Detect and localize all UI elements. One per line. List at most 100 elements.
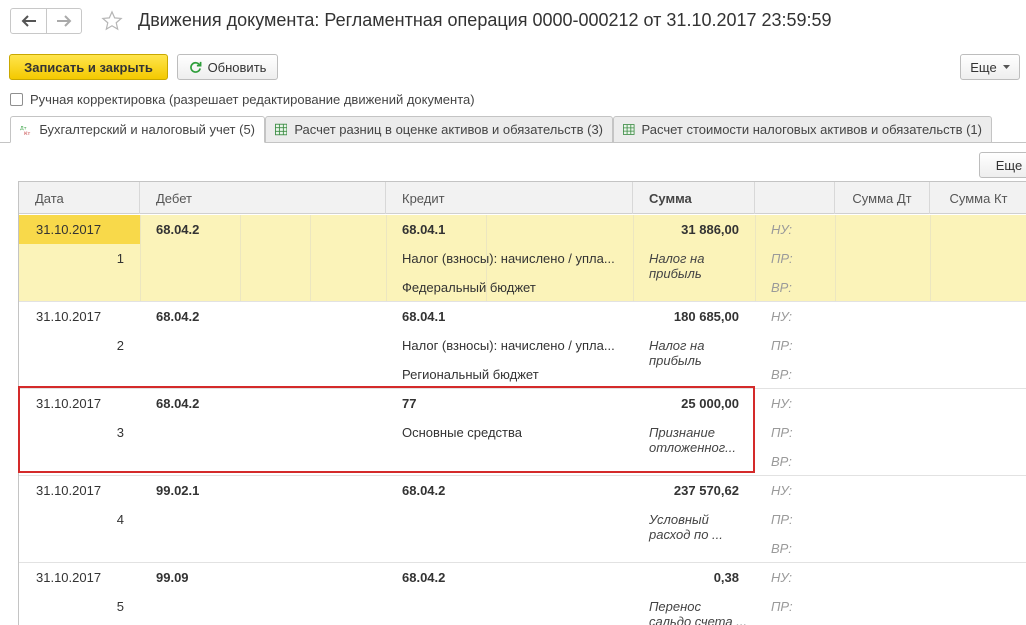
refresh-label: Обновить	[207, 59, 267, 75]
cell-content-line-2: сальдо счета ...	[649, 614, 748, 625]
cell-credit: 77	[402, 396, 417, 411]
cell-credit: 68.04.1	[402, 222, 446, 237]
table-row[interactable]: 31.10.2017 4 99.02.1 68.04.2 237 570,62 …	[19, 476, 1026, 563]
tab-label: Расчет стоимости налоговых активов и обя…	[641, 122, 983, 137]
cell-date: 31.10.2017	[36, 570, 102, 585]
table-row[interactable]: 31.10.2017 5 99.09 68.04.2 0,38 Перенос …	[19, 563, 1026, 625]
table-row[interactable]: 31.10.2017 2 68.04.2 68.04.1 Налог (взно…	[19, 302, 1026, 389]
cell-content-line-1: Перенос	[649, 599, 701, 614]
table-row[interactable]: 31.10.2017 3 68.04.2 77 Основные средств…	[19, 389, 1026, 476]
favorite-star-button[interactable]	[99, 8, 125, 34]
tab-valuation-differences[interactable]: Расчет разниц в оценке активов и обязате…	[265, 116, 613, 143]
entries-table[interactable]: Дата Дебет Кредит Сумма Сумма Дт Сумма К…	[18, 181, 1026, 625]
column-header-date[interactable]: Дата	[19, 182, 140, 214]
title-bar: Движения документа: Регламентная операци…	[0, 0, 1026, 44]
cell-credit-subconto-2: Федеральный бюджет	[402, 280, 536, 295]
cell-credit-subconto-1: Налог (взносы): начислено / упла...	[402, 338, 615, 353]
cell-date: 31.10.2017	[36, 222, 102, 237]
cell-content-line-2: отложенног...	[649, 440, 737, 455]
label-pr: ПР:	[771, 338, 793, 353]
cell-number: 2	[116, 338, 124, 353]
more-label: Еще	[995, 157, 1023, 173]
save-and-close-button[interactable]: Записать и закрыть	[9, 54, 168, 80]
column-header-debit[interactable]: Дебет	[140, 182, 386, 214]
window-title: Движения документа: Регламентная операци…	[138, 10, 832, 30]
cell-content-line-2: прибыль	[649, 353, 702, 368]
tab-label: Расчет разниц в оценке активов и обязате…	[294, 122, 603, 137]
cell-amount: 0,38	[713, 570, 739, 585]
back-button[interactable]	[11, 9, 46, 33]
star-icon	[101, 10, 123, 31]
label-nu: НУ:	[771, 309, 793, 324]
label-vr: ВР:	[771, 367, 792, 382]
nav-buttons	[10, 8, 82, 34]
label-nu: НУ:	[771, 222, 793, 237]
cell-amount: 180 685,00	[673, 309, 739, 324]
label-pr: ПР:	[771, 425, 793, 440]
cell-number: 5	[116, 599, 124, 614]
table-icon	[623, 124, 635, 135]
cell-debit: 99.09	[156, 570, 189, 585]
label-nu: НУ:	[771, 483, 793, 498]
column-header-blank	[755, 182, 835, 214]
cell-credit: 68.04.2	[402, 570, 446, 585]
cell-debit: 68.04.2	[156, 222, 200, 237]
cell-content-line-2: прибыль	[649, 266, 702, 281]
cell-number: 4	[116, 512, 124, 527]
cell-credit: 68.04.2	[402, 483, 446, 498]
cell-credit: 68.04.1	[402, 309, 446, 324]
cell-debit: 68.04.2	[156, 309, 200, 324]
cell-number: 3	[116, 425, 124, 440]
label-pr: ПР:	[771, 599, 793, 614]
cell-debit: 68.04.2	[156, 396, 200, 411]
command-bar: Записать и закрыть Обновить Еще	[0, 54, 1026, 82]
manual-correction-label: Ручная корректировка (разрешает редактир…	[30, 91, 475, 107]
cell-amount: 237 570,62	[673, 483, 739, 498]
table-header: Дата Дебет Кредит Сумма Сумма Дт Сумма К…	[19, 182, 1026, 214]
tab-tax-assets-cost[interactable]: Расчет стоимости налоговых активов и обя…	[613, 116, 992, 143]
cell-date: 31.10.2017	[36, 483, 102, 498]
column-header-amount-kt[interactable]: Сумма Кт	[930, 182, 1026, 214]
cell-amount: 25 000,00	[681, 396, 739, 411]
label-vr: ВР:	[771, 454, 792, 469]
cell-number: 1	[116, 251, 124, 266]
forward-button[interactable]	[46, 9, 81, 33]
cell-credit-subconto-2: Региональный бюджет	[402, 367, 539, 382]
dropdown-arrow-icon	[1002, 65, 1010, 69]
cell-content-line-1: Налог на	[649, 338, 705, 353]
label-pr: ПР:	[771, 251, 793, 266]
arrow-right-icon	[57, 15, 72, 27]
refresh-button[interactable]: Обновить	[177, 54, 278, 80]
refresh-icon	[189, 61, 202, 73]
manual-correction-checkbox[interactable]	[10, 92, 23, 106]
cell-credit-subconto-1: Налог (взносы): начислено / упла...	[402, 251, 615, 266]
table-icon	[275, 123, 288, 136]
label-pr: ПР:	[771, 512, 793, 527]
cell-content-line-1: Условный	[649, 512, 709, 527]
dt-kt-icon: Дт Кт	[20, 125, 30, 136]
cell-content-line-1: Признание	[649, 425, 715, 440]
cell-content-line-1: Налог на	[649, 251, 705, 266]
svg-text:Дт: Дт	[20, 125, 27, 131]
cell-date: 31.10.2017	[36, 396, 102, 411]
cell-date: 31.10.2017	[36, 309, 102, 324]
register-tabs: Дт Кт Бухгалтерский и налоговый учет (5)…	[0, 116, 1026, 143]
manual-correction-row[interactable]: Ручная корректировка (разрешает редактир…	[10, 91, 475, 107]
more-label: Еще	[970, 59, 997, 75]
tab-label: Бухгалтерский и налоговый учет (5)	[39, 122, 255, 137]
column-header-credit[interactable]: Кредит	[386, 182, 633, 214]
grid-more-button[interactable]: Еще	[979, 152, 1026, 178]
cell-amount: 31 886,00	[681, 222, 739, 237]
label-nu: НУ:	[771, 570, 793, 585]
cell-debit: 99.02.1	[156, 483, 200, 498]
label-nu: НУ:	[771, 396, 793, 411]
arrow-left-icon	[21, 15, 36, 27]
cell-content-line-2: расход по ...	[649, 527, 723, 542]
column-header-amount-dt[interactable]: Сумма Дт	[835, 182, 930, 214]
column-header-amount[interactable]: Сумма	[633, 182, 755, 214]
tab-accounting[interactable]: Дт Кт Бухгалтерский и налоговый учет (5)	[10, 116, 265, 143]
more-button[interactable]: Еще	[960, 54, 1020, 80]
label-vr: ВР:	[771, 541, 792, 556]
table-row[interactable]: 31.10.2017 1 68.04.2 68.04.1 Налог (взно…	[19, 215, 1026, 302]
cell-credit-subconto-1: Основные средства	[402, 425, 522, 440]
